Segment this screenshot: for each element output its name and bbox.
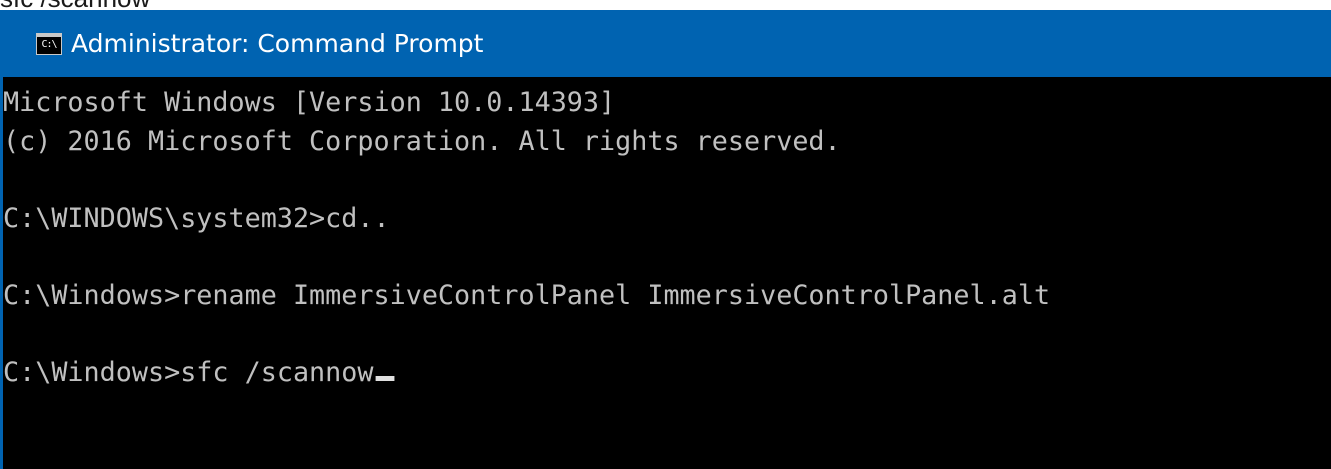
console-line: Microsoft Windows [Version 10.0.14393]: [3, 87, 616, 118]
console-input-line[interactable]: C:\Windows>sfc /scannow: [3, 354, 1319, 393]
console-output[interactable]: Microsoft Windows [Version 10.0.14393] (…: [0, 77, 1331, 469]
command-prompt-window[interactable]: C:\ Administrator: Command Prompt Micros…: [0, 10, 1331, 469]
page: sfc /scannow C:\ Administrator: Command …: [0, 0, 1331, 469]
command-prompt-icon[interactable]: C:\: [36, 32, 62, 55]
text-cursor: [375, 376, 395, 382]
console-line: C:\WINDOWS\system32>cd..: [3, 202, 390, 234]
command-prompt-icon-text: C:\: [41, 39, 57, 50]
caption-text: sfc /scannow: [0, 0, 150, 11]
console-line: (c) 2016 Microsoft Corporation. All righ…: [3, 125, 841, 157]
console-line: C:\Windows>rename ImmersiveControlPanel …: [3, 279, 1051, 311]
window-title: Administrator: Command Prompt: [71, 29, 484, 58]
title-bar[interactable]: C:\ Administrator: Command Prompt: [0, 10, 1331, 77]
command-input[interactable]: C:\Windows>sfc /scannow: [3, 357, 373, 388]
